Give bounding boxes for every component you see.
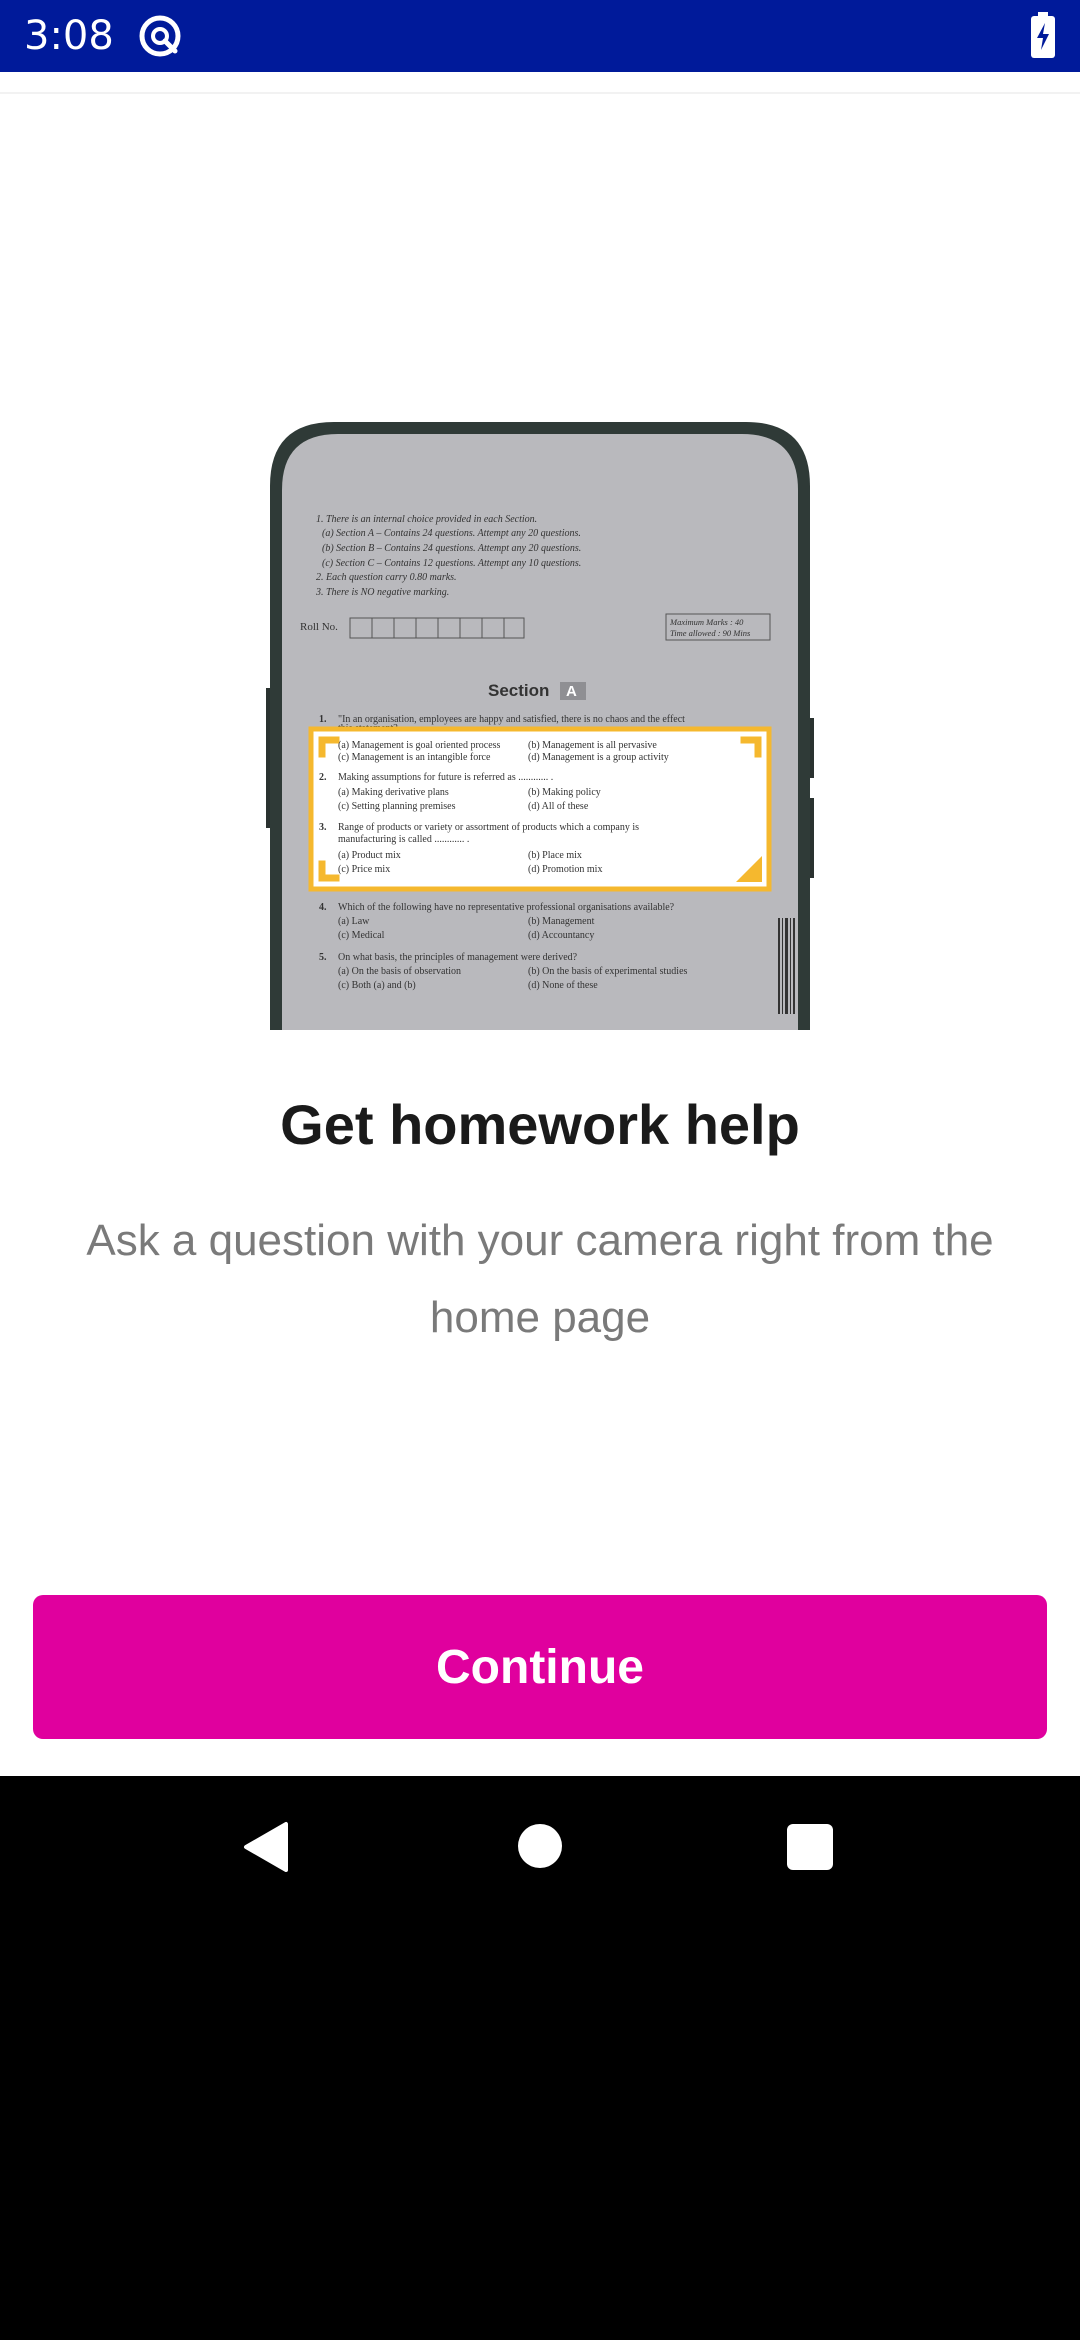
section-label: Section	[488, 681, 549, 700]
question-option: (b) Making policy	[528, 787, 601, 798]
recents-icon[interactable]	[787, 1824, 833, 1870]
question-text: Range of products or variety or assortme…	[338, 822, 639, 833]
question-option: (c) Setting planning premises	[338, 801, 456, 812]
question-option: (a) On the basis of observation	[338, 966, 461, 977]
time-allowed: Time allowed : 90 Mins	[670, 628, 751, 638]
continue-button[interactable]: Continue	[33, 1595, 1047, 1739]
question-option: (d) Management is a group activity	[528, 752, 669, 763]
question-text: On what basis, the principles of managem…	[338, 952, 578, 963]
question-option: (a) Making derivative plans	[338, 787, 449, 798]
question-option: (d) All of these	[528, 801, 589, 812]
question-option: (a) Management is goal oriented process	[338, 740, 501, 751]
page-subtitle: Ask a question with your camera right fr…	[86, 1216, 994, 1342]
question-text: manufacturing is called ............ .	[338, 834, 469, 845]
section-letter: A	[566, 683, 577, 700]
question-text: Making assumptions for future is referre…	[338, 772, 553, 783]
battery-charging-icon	[1031, 12, 1055, 58]
question-option: (c) Both (a) and (b)	[338, 980, 416, 991]
roll-no-label: Roll No.	[300, 621, 338, 633]
question-option: (c) Management is an intangible force	[338, 752, 491, 763]
question-option: (b) Place mix	[528, 850, 582, 861]
question-text: Which of the following have no represent…	[338, 902, 675, 913]
question-option: (d) Promotion mix	[528, 864, 602, 875]
status-bar: 3:08	[0, 0, 1080, 72]
question-option: (b) Management is all pervasive	[528, 740, 657, 751]
doc-instruction-line: 3. There is NO negative marking.	[315, 587, 449, 598]
question-number: 5.	[319, 952, 327, 963]
doc-instruction-line: (c) Section C – Contains 12 questions. A…	[322, 558, 581, 569]
home-icon[interactable]	[518, 1824, 562, 1868]
doc-instruction-line: (a) Section A – Contains 24 questions. A…	[322, 528, 581, 539]
question-number: 2.	[319, 772, 327, 783]
question-option: (c) Medical	[338, 930, 385, 941]
doc-instruction-line: (b) Section B – Contains 24 questions. A…	[322, 543, 581, 554]
question-option: (c) Price mix	[338, 864, 390, 875]
question-number: 1.	[319, 714, 327, 725]
question-option: (a) Law	[338, 916, 370, 927]
navigation-bar	[0, 1776, 1080, 1920]
page-title: Get homework help	[280, 1093, 800, 1156]
question-option: (d) None of these	[528, 980, 598, 991]
question-number: 3.	[319, 822, 327, 833]
question-number: 4.	[319, 902, 327, 913]
doc-instruction-line: 1. There is an internal choice provided …	[316, 514, 537, 525]
status-time: 3:08	[24, 13, 114, 59]
doc-instruction-line: 2. Each question carry 0.80 marks.	[316, 572, 457, 583]
onboarding-screen: 1. There is an internal choice provided …	[0, 72, 1080, 1776]
question-option: (d) Accountancy	[528, 930, 594, 941]
question-option: (b) On the basis of experimental studies	[528, 966, 688, 977]
question-option: (b) Management	[528, 916, 595, 927]
header-divider	[0, 92, 1080, 94]
phone-scanning-document-illustration: 1. There is an internal choice provided …	[266, 422, 814, 1030]
max-marks: Maximum Marks : 40	[669, 617, 744, 627]
app-notification-icon	[139, 15, 181, 57]
back-icon[interactable]	[240, 1820, 290, 1874]
question-option: (a) Product mix	[338, 850, 401, 861]
